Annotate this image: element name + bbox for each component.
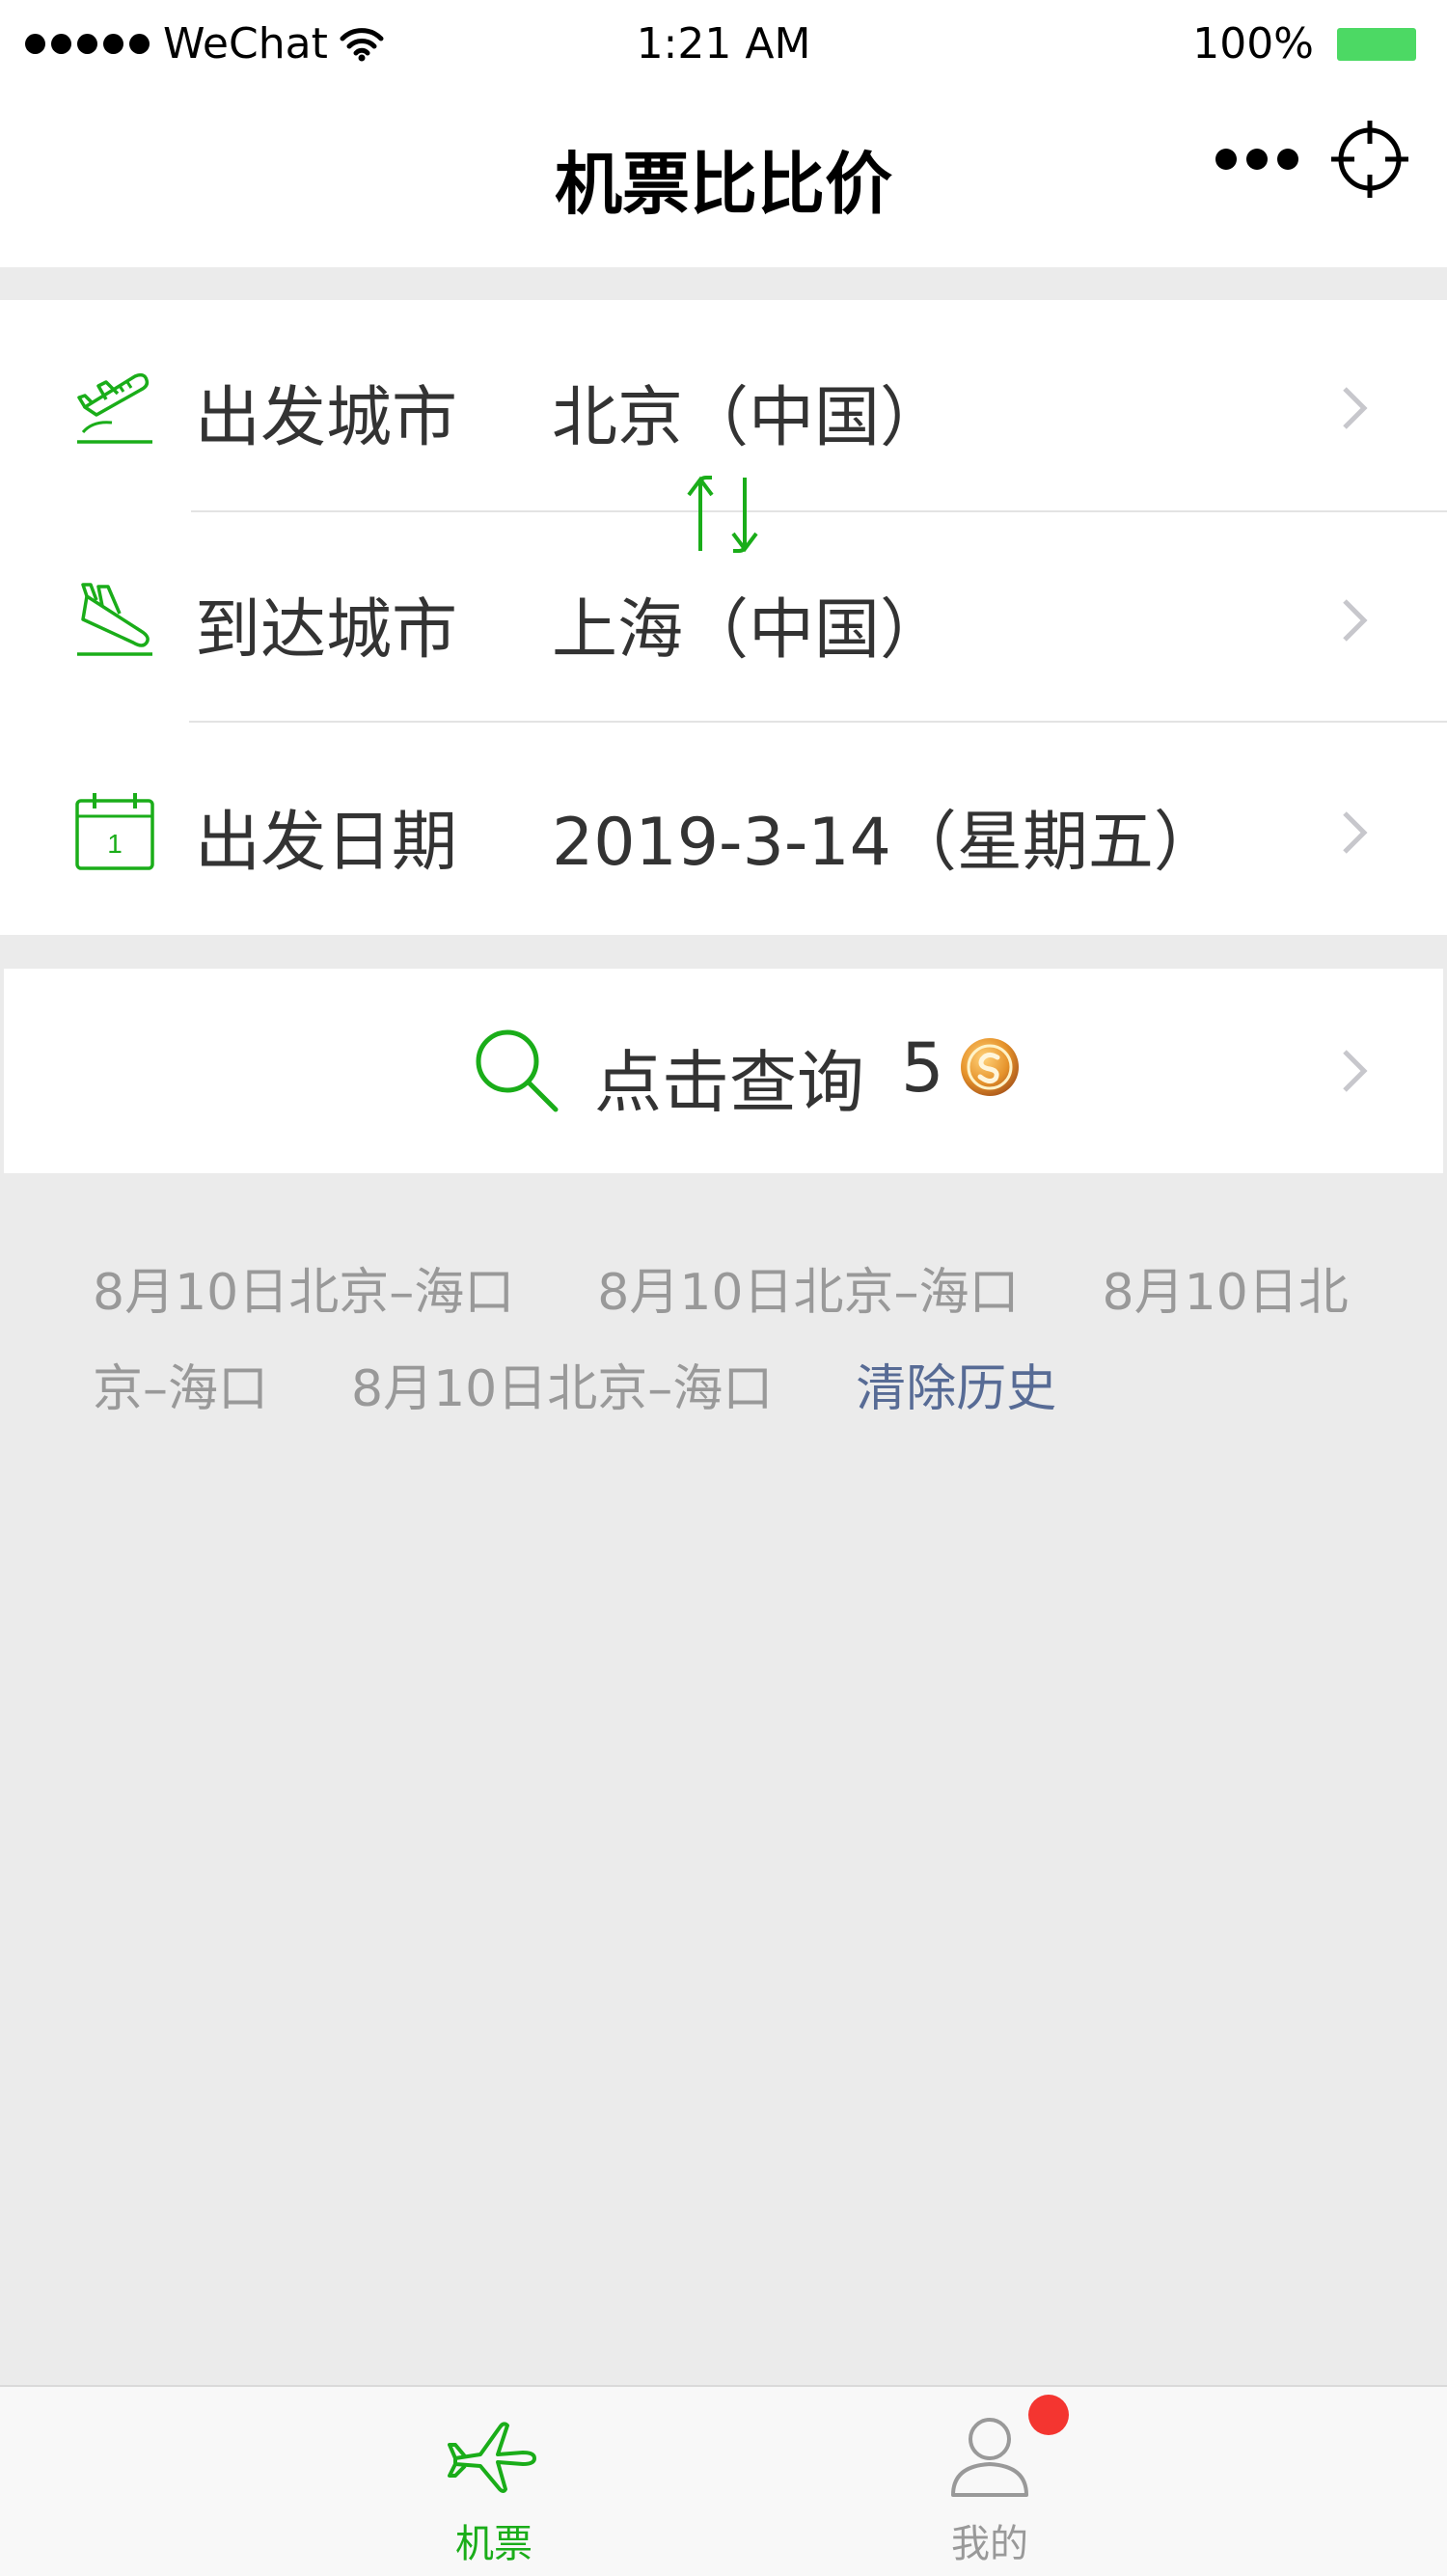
chevron-right-icon xyxy=(1343,387,1368,429)
tab-flights-label: 机票 xyxy=(455,2522,532,2566)
date-label: 出发日期 xyxy=(195,805,458,881)
search-form: 出发城市 北京（中国） 到达城市 上海（中国） 1 出发日期 2019-3-14… xyxy=(0,300,1447,935)
airplane-icon xyxy=(448,2422,536,2493)
departure-date-row[interactable]: 1 出发日期 2019-3-14（星期五） xyxy=(0,725,1447,937)
date-value: 2019-3-14（星期五） xyxy=(552,805,1219,881)
arrival-label: 到达城市 xyxy=(195,592,458,669)
close-target-icon[interactable] xyxy=(1331,121,1408,198)
clear-history-link[interactable]: 清除历史 xyxy=(856,1360,1056,1418)
coin-cost: 5 xyxy=(901,1028,944,1108)
section-gap xyxy=(0,267,1447,300)
arrival-city-row[interactable]: 到达城市 上海（中国） xyxy=(0,512,1447,725)
chevron-right-icon xyxy=(1343,599,1368,642)
coin-icon xyxy=(961,1038,1019,1096)
mini-program-capsule xyxy=(1215,121,1408,198)
search-history: 8月10日北京–海口 8月10日北京–海口 8月10日北京–海口 8月10日北京–海口… xyxy=(93,1245,1385,1438)
departure-label: 出发城市 xyxy=(195,380,458,456)
airplane-landing-icon xyxy=(77,583,152,656)
svg-text:1: 1 xyxy=(107,829,123,859)
tab-profile-label: 我的 xyxy=(951,2522,1028,2566)
tab-profile[interactable]: 我的 xyxy=(845,2387,1134,2576)
tab-bar: 机票 我的 xyxy=(0,2385,1447,2576)
row-divider xyxy=(189,721,1447,723)
history-item[interactable]: 8月10日北京–海口 xyxy=(597,1264,1019,1322)
chevron-right-icon xyxy=(1343,1050,1368,1092)
tab-flights[interactable]: 机票 xyxy=(349,2387,639,2576)
user-icon xyxy=(951,2418,1028,2497)
status-right: 100% xyxy=(1192,19,1416,69)
chevron-right-icon xyxy=(1343,811,1368,854)
navbar: 机票比比价 xyxy=(0,92,1447,267)
arrival-value: 上海（中国） xyxy=(552,592,946,669)
status-bar: WeChat 1:21 AM 100% xyxy=(0,0,1447,92)
calendar-icon: 1 xyxy=(75,793,154,870)
history-item[interactable]: 8月10日北京–海口 xyxy=(351,1360,773,1418)
more-icon[interactable] xyxy=(1215,149,1298,170)
battery-percent: 100% xyxy=(1192,19,1314,69)
search-label: 点击查询 xyxy=(594,1043,864,1122)
search-button[interactable]: 点击查询 5 xyxy=(4,969,1443,1173)
search-icon xyxy=(476,1029,559,1112)
battery-icon xyxy=(1337,27,1416,61)
airplane-takeoff-icon xyxy=(77,372,152,444)
notification-badge xyxy=(1028,2395,1069,2435)
departure-value: 北京（中国） xyxy=(552,380,946,456)
history-item[interactable]: 8月10日北京–海口 xyxy=(93,1264,514,1322)
